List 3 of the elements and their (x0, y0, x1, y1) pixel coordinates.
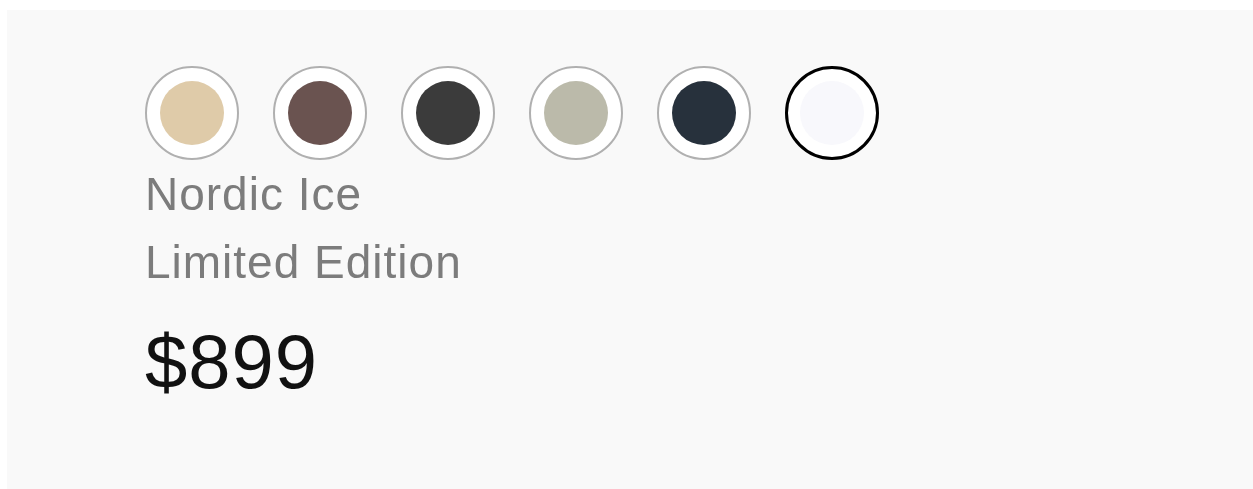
product-edition: Limited Edition (145, 235, 463, 290)
product-name: Nordic Ice (145, 167, 364, 222)
product-price: $899 (145, 318, 320, 405)
